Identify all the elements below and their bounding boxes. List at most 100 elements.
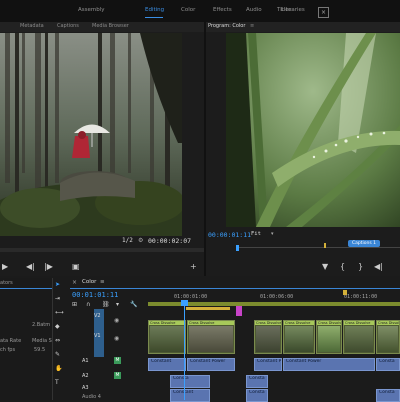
source-timecode[interactable]: 00:00:02:07 (148, 237, 191, 245)
timeline-tab-underline (70, 288, 400, 289)
timeline-playhead[interactable] (184, 300, 185, 400)
playhead-icon[interactable] (181, 300, 188, 306)
step-back-icon[interactable]: ◀| (26, 262, 35, 272)
program-scrub-area[interactable]: Captions 1 (206, 240, 400, 251)
forest-scene-image (0, 33, 182, 236)
mute-button[interactable]: M (114, 372, 121, 379)
transition-label: Cross Dissolve (377, 321, 399, 325)
export-frame-icon[interactable]: ▣ (72, 262, 80, 272)
eye-icon[interactable]: ◉ (114, 335, 119, 342)
slip-tool-icon[interactable]: ⇔ (55, 336, 60, 346)
source-transport: ▶ ◀| |▶ ▣ + (0, 262, 204, 274)
video-clip[interactable]: Cross Dissolve (148, 320, 186, 354)
clip-thumbnail (285, 326, 313, 352)
source-timebar: 1/2 ⚙ 00:00:02:07 (0, 236, 204, 246)
workspace-audio[interactable]: Audio (246, 7, 262, 13)
project-value: 2.Batm (32, 322, 51, 328)
audio-clip[interactable]: Consta (376, 389, 400, 402)
track-label-a2: A2 (82, 373, 89, 379)
tools-panel: ➤ ⇥ ⟷ ◆ ⇔ ✎ ✋ T (55, 280, 65, 400)
timeline-timecode[interactable]: 00:01:01:11 (72, 291, 118, 299)
audio-clip[interactable]: Consta (246, 375, 268, 388)
track-label-a1: A1 (82, 358, 89, 364)
video-clip[interactable]: Cross Dissolve (376, 320, 400, 354)
audio-clip[interactable]: Constant Power (187, 358, 235, 371)
workspace-assembly[interactable]: Assembly (78, 7, 105, 13)
razor-tool-icon[interactable]: ◆ (55, 322, 60, 332)
audio-clip[interactable]: Consta (376, 358, 400, 371)
chevron-right-icon[interactable]: } (358, 262, 363, 272)
project-panel-title: ators (0, 280, 13, 286)
audio-clip[interactable]: Constant (170, 389, 210, 402)
track-select-icon[interactable]: ⇥ (55, 294, 60, 304)
track-name-audio4: Audio 4 (82, 394, 101, 400)
audio-clip[interactable]: Constant Power (283, 358, 375, 371)
track-label-a3: A3 (82, 385, 89, 391)
audio-clip[interactable]: Constant Power (254, 358, 282, 371)
track-headers: V2 V1 ◉ ◉ A1 M A2 M A3 Audio 4 (68, 309, 148, 400)
transition-label: Cross Dissolve (149, 321, 185, 325)
project-tab-underline (0, 288, 52, 289)
marker-icon (343, 290, 347, 295)
close-icon[interactable]: × (72, 279, 77, 286)
workspace-editing[interactable]: Editing (145, 7, 164, 13)
settings-icon[interactable]: ⚙ (138, 237, 143, 244)
workspace-libraries[interactable]: Libraries (281, 7, 305, 13)
video-clip[interactable]: Cross Dissolve (254, 320, 282, 354)
clip-thumbnail (150, 326, 184, 352)
ruler-label: 01:00:01:00 (174, 294, 208, 300)
mute-button[interactable]: M (114, 357, 121, 364)
menu-icon[interactable]: ≡ (100, 279, 105, 285)
audio-clip[interactable]: Consta (170, 375, 210, 388)
selection-tool-icon[interactable]: ➤ (55, 280, 60, 290)
chevron-left-icon[interactable]: { (340, 262, 345, 272)
workspace-bar: Assembly Editing Color Effects Audio Tit… (0, 0, 400, 22)
timeline-header: × Color ≡ (70, 278, 400, 288)
video-clip[interactable]: Cross Dissolve (316, 320, 342, 354)
hand-tool-icon[interactable]: ✋ (55, 364, 62, 374)
clip-thumbnail (189, 326, 233, 352)
project-value: Media S (32, 338, 52, 344)
marker-icon[interactable]: ▼ (322, 262, 328, 272)
tab-metadata[interactable]: Metadata (20, 23, 44, 29)
tab-media-browser[interactable]: Media Browser (92, 23, 129, 29)
marker-range (186, 307, 230, 310)
clip-v2-magenta[interactable] (236, 306, 242, 316)
step-back-icon[interactable]: ◀| (374, 262, 383, 272)
transition-label: Cross Dissolve (284, 321, 314, 325)
timeline-tab[interactable]: Color (82, 279, 96, 285)
workspace-effects[interactable]: Effects (213, 7, 232, 13)
program-timecode[interactable]: 00:00:01:11 (208, 231, 251, 239)
eye-icon[interactable]: ◉ (114, 317, 119, 324)
grass-closeup-image (226, 33, 400, 227)
clip-thumbnail (378, 326, 398, 352)
transition-label: Cross Dissolve (344, 321, 374, 325)
video-clip[interactable]: Cross Dissolve (283, 320, 315, 354)
project-panel: ators 2.Batm ata Rate Media S ch fps 59.… (0, 278, 53, 400)
ripple-edit-icon[interactable]: ⟷ (55, 308, 64, 318)
playhead-icon[interactable] (236, 245, 239, 251)
source-scrub-bar[interactable] (0, 248, 204, 252)
program-panel-title[interactable]: Program: Color (208, 23, 245, 29)
workspace-color[interactable]: Color (181, 7, 195, 13)
tab-captions[interactable]: Captions (57, 23, 79, 29)
clip-thumbnail (318, 326, 340, 352)
menu-icon[interactable]: ≡ (250, 23, 254, 29)
project-row-label: ata Rate (0, 338, 22, 344)
audio-clip[interactable]: Constant (148, 358, 186, 371)
video-clip[interactable]: Cross Dissolve (187, 320, 235, 354)
audio-clip[interactable]: Consta (246, 389, 268, 402)
video-clip[interactable]: Cross Dissolve (343, 320, 375, 354)
program-transport: ▼ { } ◀| (206, 262, 400, 274)
fit-select[interactable]: Fit (251, 231, 261, 237)
chevron-down-icon[interactable]: ▾ (271, 231, 274, 237)
close-icon[interactable]: × (318, 7, 329, 18)
step-forward-icon[interactable]: |▶ (44, 262, 53, 272)
add-icon[interactable]: + (190, 262, 197, 272)
play-icon[interactable]: ▶ (2, 262, 8, 272)
pen-tool-icon[interactable]: ✎ (55, 350, 60, 360)
text-tool-icon[interactable]: T (55, 378, 59, 388)
caption-tag[interactable]: Captions 1 (348, 240, 380, 247)
program-panel-header: Program: Color ≡ (206, 22, 400, 32)
source-zoom-select[interactable]: 1/2 (122, 237, 133, 244)
